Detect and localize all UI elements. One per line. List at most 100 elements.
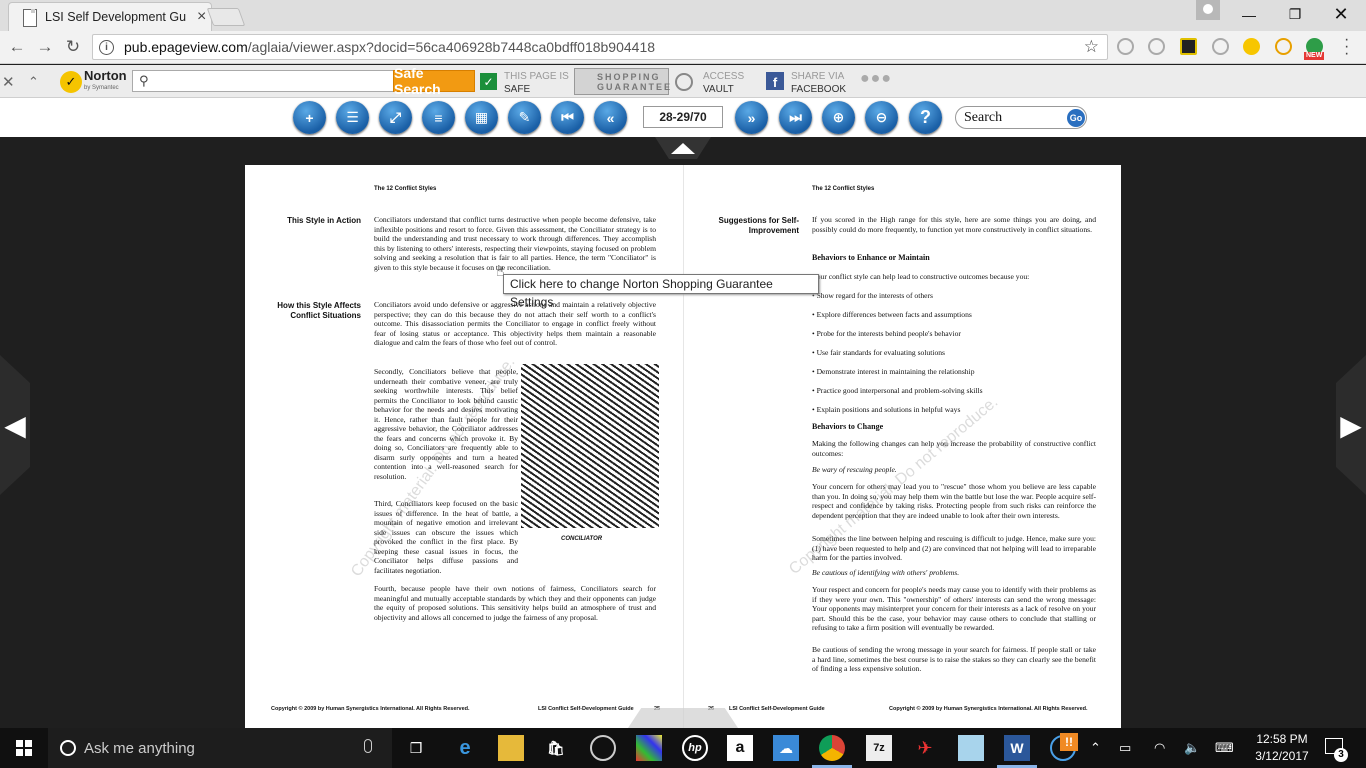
last-page-icon[interactable]: ⏭ bbox=[779, 101, 812, 134]
page-number-input[interactable]: 28-29/70 bbox=[643, 106, 723, 128]
reload-icon[interactable]: ↻ bbox=[62, 36, 84, 58]
file-explorer-icon[interactable] bbox=[498, 735, 524, 761]
alert-app-icon[interactable]: !! bbox=[1060, 733, 1078, 751]
bullet-item: • Practice good interpersonal and proble… bbox=[812, 386, 983, 395]
hp-icon[interactable]: hp bbox=[682, 735, 708, 761]
rescuing-subheading: Be wary of rescuing people. bbox=[812, 465, 897, 474]
right-footer-copyright: Copyright © 2009 by Human Synergistics I… bbox=[889, 706, 1088, 712]
forward-icon[interactable]: → bbox=[34, 36, 56, 58]
search-extension-icon[interactable] bbox=[1275, 38, 1292, 55]
amazon-icon[interactable]: a bbox=[727, 735, 753, 761]
next-page-icon[interactable]: » bbox=[735, 101, 768, 134]
weather-icon[interactable]: ☁ bbox=[773, 735, 799, 761]
tools-icon[interactable]: ✎ bbox=[508, 101, 541, 134]
bullet-item: • Probe for the interests behind people'… bbox=[812, 329, 961, 338]
cortana-icon bbox=[60, 740, 76, 756]
zoom-out-icon[interactable]: ⊖ bbox=[865, 101, 898, 134]
new-tab-button[interactable] bbox=[206, 8, 246, 26]
search-go-button[interactable]: Go bbox=[1067, 109, 1085, 127]
restore-button[interactable]: ❐ bbox=[1272, 0, 1318, 29]
safe-search-button[interactable]: Safe Search bbox=[393, 65, 475, 97]
photo-app-icon[interactable] bbox=[636, 735, 662, 761]
edge-icon[interactable]: e bbox=[452, 735, 478, 761]
more-icon[interactable]: ●●● bbox=[860, 70, 892, 88]
left-paragraph-1: Conciliators understand that conflict tu… bbox=[374, 215, 656, 272]
help-icon[interactable]: ? bbox=[909, 101, 942, 134]
bullet-item: • Demonstrate interest in maintaining th… bbox=[812, 367, 975, 376]
wifi-icon[interactable]: ◠ bbox=[1154, 740, 1165, 756]
microphone-icon[interactable] bbox=[364, 739, 372, 753]
norton-collapse-icon[interactable]: ⌃ bbox=[28, 74, 39, 90]
chrome-icon[interactable] bbox=[819, 735, 845, 761]
zoom-out-extension-icon[interactable] bbox=[1148, 38, 1165, 55]
tab-close-icon[interactable]: × bbox=[197, 8, 206, 26]
left-page-header: The 12 Conflict Styles bbox=[374, 186, 437, 192]
system-clock[interactable]: 12:58 PM 3/12/2017 bbox=[1246, 731, 1318, 765]
7zip-icon[interactable]: 7z bbox=[866, 735, 892, 761]
page-gutter bbox=[683, 165, 684, 728]
suggestions-label: Suggestions for Self- Improvement bbox=[718, 216, 799, 235]
extension-icon[interactable] bbox=[1212, 38, 1229, 55]
illustration-caption: CONCILIATOR bbox=[561, 536, 603, 542]
chrome-menu-icon[interactable]: · · · bbox=[1344, 32, 1349, 62]
bookmark-star-icon[interactable]: ☆ bbox=[1084, 37, 1099, 57]
game-app-icon[interactable]: ✈ bbox=[912, 735, 938, 761]
windows-logo-icon bbox=[16, 740, 32, 756]
show-hidden-icons[interactable]: ⌃ bbox=[1090, 740, 1101, 756]
collapse-toolbar-icon[interactable] bbox=[655, 137, 711, 159]
battery-icon[interactable]: ▭ bbox=[1119, 740, 1131, 756]
norton-close-icon[interactable]: ✕ bbox=[2, 73, 15, 91]
helping-body: Sometimes the line between helping and r… bbox=[812, 534, 1096, 562]
url-bar[interactable]: i pub.epageview.com/aglaia/viewer.aspx?d… bbox=[92, 34, 1108, 60]
share-facebook-button[interactable]: SHARE VIA FACEBOOK bbox=[791, 70, 846, 96]
left-paragraph-5: Fourth, because people have their own no… bbox=[374, 584, 656, 622]
back-icon[interactable]: ← bbox=[6, 36, 28, 58]
enhance-heading: Behaviors to Enhance or Maintain bbox=[812, 253, 930, 262]
right-footer-title: LSI Conflict Self-Development Guide bbox=[729, 706, 825, 712]
paint-app-icon[interactable] bbox=[958, 735, 984, 761]
keyboard-icon[interactable]: ⌨ bbox=[1215, 740, 1234, 756]
minimize-button[interactable]: — bbox=[1226, 0, 1272, 29]
cortana-placeholder: Ask me anything bbox=[84, 739, 195, 757]
store-icon[interactable]: 🛍 bbox=[543, 735, 569, 761]
previous-page-icon[interactable]: « bbox=[594, 101, 627, 134]
fullscreen-icon[interactable]: ⤢ bbox=[379, 101, 412, 134]
norton-extension-icon[interactable] bbox=[1180, 38, 1197, 55]
media-app-icon[interactable] bbox=[590, 735, 616, 761]
tab-title: LSI Self Development Gu bbox=[45, 10, 187, 24]
close-window-button[interactable]: ✕ bbox=[1318, 0, 1364, 29]
right-intro: If you scored in the High range for this… bbox=[812, 215, 1096, 234]
bullet-item: • Use fair standards for evaluating solu… bbox=[812, 348, 945, 357]
task-view-icon[interactable]: ❒ bbox=[403, 735, 429, 761]
fairness-body: Be cautious of sending the wrong message… bbox=[812, 645, 1096, 673]
first-page-icon[interactable]: ⏮ bbox=[551, 101, 584, 134]
volume-icon[interactable]: 🔈 bbox=[1184, 740, 1200, 756]
zoom-in-icon[interactable]: ⊕ bbox=[822, 101, 855, 134]
home-extension-icon[interactable] bbox=[1243, 38, 1260, 55]
norton-logo[interactable]: ✓ Norton by Symantec bbox=[60, 69, 127, 94]
browser-tab[interactable]: LSI Self Development Gu × bbox=[8, 2, 212, 31]
facebook-icon[interactable]: f bbox=[766, 72, 784, 90]
shopping-guarantee-button[interactable]: SHOPPING GUARANTEE bbox=[574, 68, 670, 95]
norton-search-input[interactable]: ⚲ bbox=[132, 70, 394, 92]
page-safe-status[interactable]: THIS PAGE IS SAFE bbox=[504, 70, 569, 96]
conciliator-illustration bbox=[521, 364, 659, 528]
norton-check-icon: ✓ bbox=[60, 71, 82, 93]
vault-icon[interactable] bbox=[675, 73, 693, 91]
zoom-extension-icon[interactable] bbox=[1117, 38, 1134, 55]
word-icon[interactable]: W bbox=[1004, 735, 1030, 761]
profile-icon[interactable] bbox=[1196, 0, 1220, 20]
cortana-search-box[interactable]: Ask me anything bbox=[48, 728, 392, 768]
bullet-item: • Explain positions and solutions in hel… bbox=[812, 405, 961, 414]
start-button[interactable] bbox=[0, 728, 48, 768]
info-icon[interactable]: i bbox=[99, 39, 114, 55]
url-text: pub.epageview.com/aglaia/viewer.aspx?doc… bbox=[124, 39, 656, 55]
bottom-page-tab[interactable] bbox=[628, 708, 738, 728]
notes-icon[interactable]: ☰ bbox=[336, 101, 369, 134]
access-vault-button[interactable]: ACCESS VAULT bbox=[703, 70, 744, 96]
new-badge: NEW bbox=[1304, 52, 1325, 60]
thumbnails-icon[interactable]: ▦ bbox=[465, 101, 498, 134]
contents-icon[interactable]: ≡ bbox=[422, 101, 455, 134]
style-in-action-label: This Style in Action bbox=[287, 216, 361, 225]
bookmark-add-icon[interactable]: + bbox=[293, 101, 326, 134]
